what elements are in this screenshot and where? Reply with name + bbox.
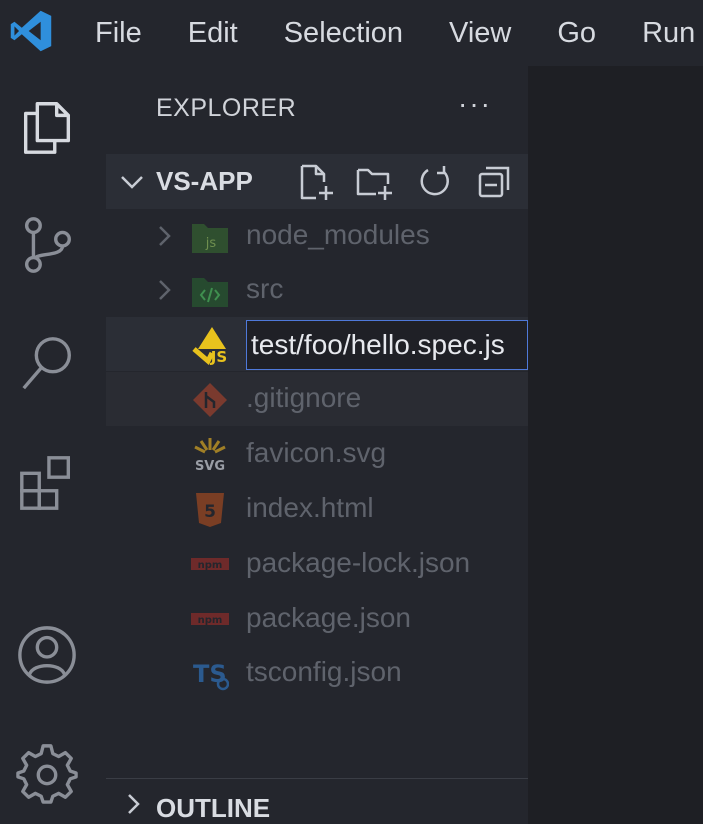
outline-title: OUTLINE	[156, 793, 271, 823]
file-name: favicon.svg	[246, 437, 387, 468]
chevron-down-icon	[121, 176, 143, 189]
tree-row-tsconfig[interactable]: TS tsconfig.json	[106, 646, 528, 700]
tree-row-src[interactable]: src	[106, 263, 528, 317]
extensions-icon[interactable]	[14, 450, 80, 516]
menu-go[interactable]: Go	[534, 17, 619, 50]
tree-row-package-json[interactable]: npm package.json	[106, 592, 528, 646]
menu-view[interactable]: View	[426, 17, 534, 50]
svg-text:npm: npm	[198, 615, 223, 626]
source-control-icon[interactable]	[14, 212, 80, 278]
refresh-icon[interactable]	[414, 162, 454, 202]
chevron-right-icon	[159, 226, 171, 246]
title-bar: File Edit Selection View Go Run	[0, 0, 703, 66]
svg-text:5: 5	[204, 502, 216, 522]
project-name: VS-APP	[156, 166, 253, 196]
filename-input[interactable]	[247, 321, 527, 369]
folder-js-icon: js	[190, 217, 230, 257]
explorer-sidebar: EXPLORER ··· VS-APP js node_modules src …	[106, 66, 570, 824]
typescript-icon: TS	[190, 654, 230, 694]
more-actions-icon[interactable]: ···	[458, 88, 492, 120]
file-name: src	[246, 273, 284, 304]
new-folder-icon[interactable]	[354, 162, 394, 202]
file-name: .gitignore	[246, 382, 362, 413]
rename-input-box	[246, 320, 528, 370]
tree-row-gitignore[interactable]: .gitignore	[106, 372, 528, 426]
tree-row-new-file[interactable]: JS	[106, 317, 528, 371]
chevron-right-icon	[159, 280, 171, 300]
file-name: tsconfig.json	[246, 656, 402, 687]
tree-row-index-html[interactable]: 5 index.html	[106, 482, 528, 536]
git-icon	[190, 380, 230, 420]
explorer-icon[interactable]	[14, 94, 80, 160]
tree-row-favicon[interactable]: SVG favicon.svg	[106, 427, 528, 481]
svg-text:npm: npm	[198, 560, 223, 571]
file-name: node_modules	[246, 219, 430, 250]
outline-section-header[interactable]: OUTLINE	[106, 778, 528, 824]
svg-text:SVG: SVG	[195, 459, 225, 474]
collapse-all-icon[interactable]	[474, 162, 514, 202]
svg-text:JS: JS	[210, 348, 227, 365]
chevron-right-icon	[128, 794, 140, 814]
file-name: package-lock.json	[246, 547, 471, 578]
settings-gear-icon[interactable]	[14, 740, 80, 806]
js-test-icon: JS	[190, 325, 230, 365]
menu-run[interactable]: Run	[619, 17, 703, 50]
tree-row-node-modules[interactable]: js node_modules	[106, 209, 528, 263]
explorer-title: EXPLORER	[156, 94, 297, 122]
editor-area	[528, 66, 703, 824]
menu-edit[interactable]: Edit	[165, 17, 261, 50]
vscode-logo-icon[interactable]	[8, 8, 54, 54]
menu-bar: File Edit Selection View Go Run	[72, 0, 703, 66]
account-icon[interactable]	[14, 622, 80, 688]
new-file-icon[interactable]	[296, 162, 336, 202]
tree-row-package-lock[interactable]: npm package-lock.json	[106, 537, 528, 591]
npm-icon: npm	[190, 545, 230, 585]
npm-icon: npm	[190, 600, 230, 640]
file-name: index.html	[246, 492, 374, 523]
folder-src-icon	[190, 271, 230, 311]
file-name: package.json	[246, 602, 412, 633]
project-section-header[interactable]: VS-APP	[106, 154, 528, 209]
svg-text:js: js	[205, 236, 217, 251]
activity-bar	[0, 66, 106, 824]
svg-icon: SVG	[190, 435, 230, 475]
menu-file[interactable]: File	[72, 17, 165, 50]
html5-icon: 5	[190, 490, 230, 530]
menu-selection[interactable]: Selection	[261, 17, 426, 50]
svg-text:TS: TS	[193, 660, 227, 688]
search-icon[interactable]	[14, 330, 80, 396]
